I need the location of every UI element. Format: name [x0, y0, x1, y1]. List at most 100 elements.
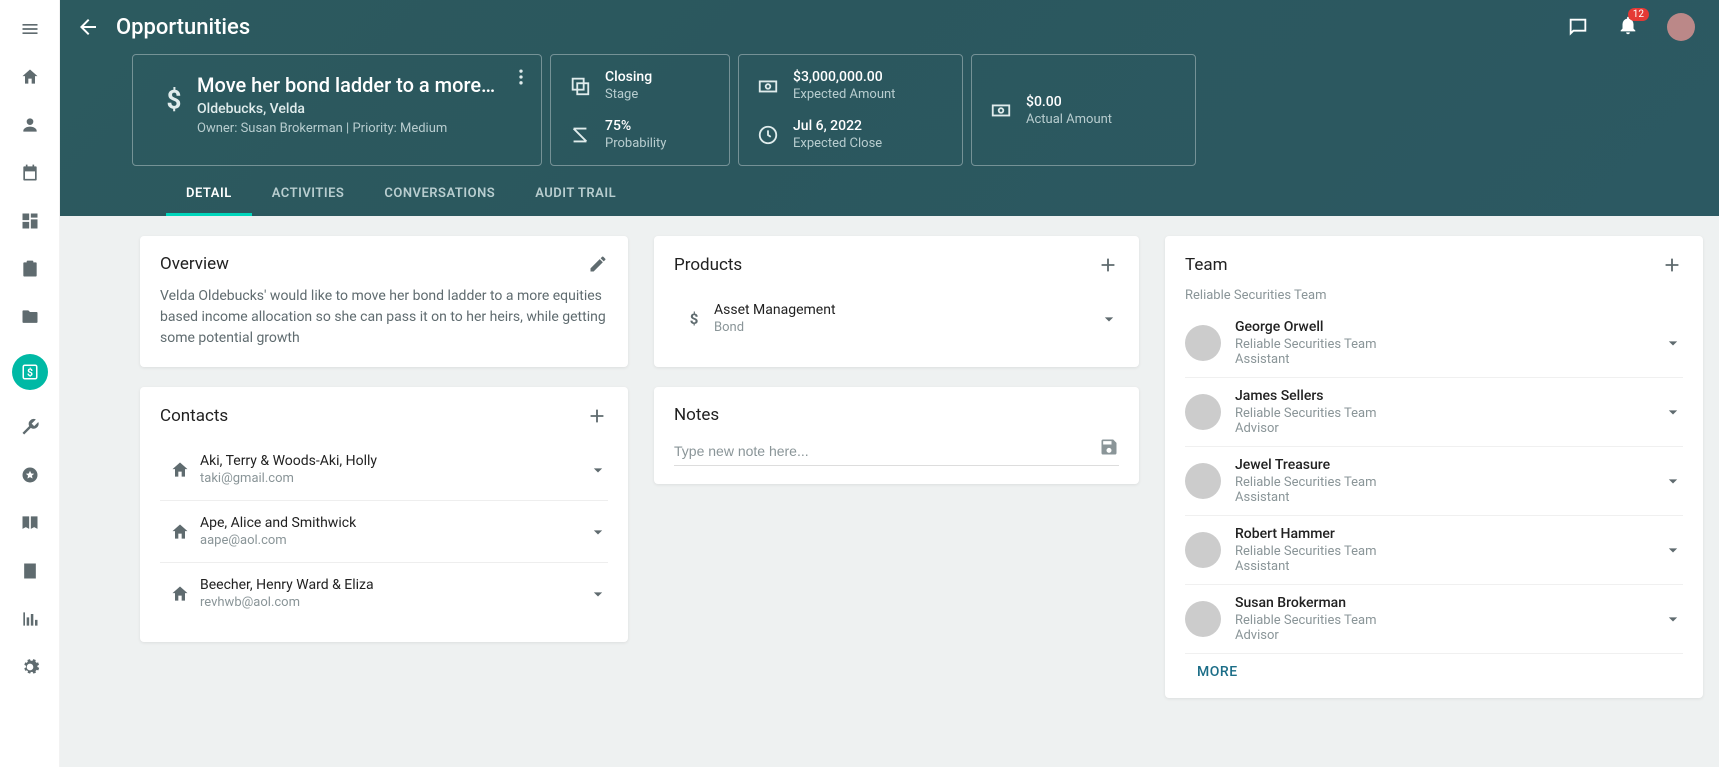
products-panel: Products $ Asset Management Bond [654, 236, 1139, 367]
probability-icon [569, 124, 591, 146]
stage-icon [569, 75, 591, 97]
team-member-org: Reliable Securities Team [1235, 337, 1663, 352]
team-title: Team [1185, 255, 1228, 275]
chat-icon[interactable] [1567, 16, 1589, 38]
tab-conversations[interactable]: CONVERSATIONS [364, 174, 515, 216]
notif-badge: 12 [1628, 8, 1649, 21]
chevron-down-icon[interactable] [1663, 609, 1683, 629]
team-member-role: Assistant [1235, 559, 1663, 574]
avatar [1185, 463, 1221, 499]
gear-icon[interactable] [19, 656, 41, 678]
team-member-name: James Sellers [1235, 388, 1663, 404]
opportunities-icon[interactable]: $ [12, 354, 48, 390]
content: Overview Velda Oldebucks' would like to … [60, 216, 1719, 767]
team-row[interactable]: Robert Hammer Reliable Securities Team A… [1185, 516, 1683, 585]
more-vert-icon[interactable] [511, 67, 531, 87]
team-member-name: Jewel Treasure [1235, 457, 1663, 473]
notes-panel: Notes [654, 387, 1139, 484]
svg-text:$: $ [690, 310, 699, 328]
document-icon[interactable] [19, 560, 41, 582]
tab-audit[interactable]: AUDIT TRAIL [515, 174, 636, 216]
calendar-icon[interactable] [19, 162, 41, 184]
products-title: Products [674, 255, 742, 275]
team-member-name: Robert Hammer [1235, 526, 1663, 542]
household-icon [170, 460, 190, 480]
team-row[interactable]: James Sellers Reliable Securities Team A… [1185, 378, 1683, 447]
chevron-down-icon[interactable] [1663, 540, 1683, 560]
chevron-down-icon[interactable] [1663, 471, 1683, 491]
add-team-icon[interactable] [1661, 254, 1683, 276]
product-name: Asset Management [714, 302, 1099, 318]
avatar[interactable] [1667, 13, 1695, 41]
add-contact-icon[interactable] [586, 405, 608, 427]
team-member-name: George Orwell [1235, 319, 1663, 335]
contacts-title: Contacts [160, 406, 228, 426]
chevron-down-icon[interactable] [588, 460, 608, 480]
dollar-icon: $ [684, 309, 704, 329]
chevron-down-icon[interactable] [1663, 402, 1683, 422]
money-icon [990, 99, 1012, 121]
overview-body: Velda Oldebucks' would like to move her … [160, 286, 608, 349]
save-note-icon[interactable] [1099, 437, 1119, 457]
product-type: Bond [714, 320, 1099, 335]
book-icon[interactable] [19, 512, 41, 534]
svg-text:$: $ [26, 366, 32, 379]
chevron-down-icon[interactable] [588, 584, 608, 604]
person-icon[interactable] [19, 114, 41, 136]
main: Opportunities 12 $ Move her bond ladder … [60, 0, 1719, 767]
page-title: Opportunities [116, 15, 250, 40]
tabs: DETAIL ACTIVITIES CONVERSATIONS AUDIT TR… [60, 174, 1719, 216]
record-title: Move her bond ladder to a more… [197, 73, 523, 97]
team-row[interactable]: George Orwell Reliable Securities Team A… [1185, 309, 1683, 378]
team-panel: Team Reliable Securities Team George Orw… [1165, 236, 1703, 698]
team-member-org: Reliable Securities Team [1235, 475, 1663, 490]
avatar [1185, 601, 1221, 637]
star-icon[interactable] [19, 464, 41, 486]
household-icon [170, 522, 190, 542]
chart-icon[interactable] [19, 608, 41, 630]
team-member-role: Advisor [1235, 421, 1663, 436]
tab-detail[interactable]: DETAIL [166, 174, 252, 216]
contacts-panel: Contacts Aki, Terry & Woods-Aki, Holly ta… [140, 387, 628, 642]
actual-card: $0.00Actual Amount [971, 54, 1196, 166]
stage-prob-card: ClosingStage 75%Probability [550, 54, 730, 166]
overview-title: Overview [160, 254, 229, 274]
team-member-name: Susan Brokerman [1235, 595, 1663, 611]
sidebar: $ [0, 0, 60, 767]
team-member-org: Reliable Securities Team [1235, 406, 1663, 421]
contact-email: taki@gmail.com [200, 471, 588, 486]
clock-icon [757, 124, 779, 146]
dashboard-icon[interactable] [19, 210, 41, 232]
home-icon[interactable] [19, 66, 41, 88]
clipboard-icon[interactable] [19, 258, 41, 280]
team-member-org: Reliable Securities Team [1235, 613, 1663, 628]
team-subtitle: Reliable Securities Team [1185, 288, 1683, 303]
edit-icon[interactable] [588, 254, 608, 274]
folder-icon[interactable] [19, 306, 41, 328]
team-member-org: Reliable Securities Team [1235, 544, 1663, 559]
team-more-button[interactable]: MORE [1185, 664, 1683, 680]
team-member-role: Assistant [1235, 352, 1663, 367]
money-icon [757, 75, 779, 97]
add-product-icon[interactable] [1097, 254, 1119, 276]
team-row[interactable]: Jewel Treasure Reliable Securities Team … [1185, 447, 1683, 516]
contact-name: Aki, Terry & Woods-Aki, Holly [200, 453, 588, 469]
tab-activities[interactable]: ACTIVITIES [252, 174, 365, 216]
avatar [1185, 532, 1221, 568]
contact-row[interactable]: Beecher, Henry Ward & Elizarevhwb@aol.co… [160, 562, 608, 624]
back-icon[interactable] [76, 15, 100, 39]
header: Opportunities 12 $ Move her bond ladder … [60, 0, 1719, 216]
chevron-down-icon[interactable] [1663, 333, 1683, 353]
product-row[interactable]: $ Asset Management Bond [674, 288, 1119, 349]
expected-card: $3,000,000.00Expected Amount Jul 6, 2022… [738, 54, 963, 166]
chevron-down-icon[interactable] [1099, 309, 1119, 329]
dollar-icon: $ [161, 87, 187, 113]
contact-row[interactable]: Ape, Alice and Smithwickaape@aol.com [160, 500, 608, 562]
wrench-icon[interactable] [19, 416, 41, 438]
contact-row[interactable]: Aki, Terry & Woods-Aki, Holly taki@gmail.… [160, 439, 608, 500]
team-row[interactable]: Susan Brokerman Reliable Securities Team… [1185, 585, 1683, 654]
chevron-down-icon[interactable] [588, 522, 608, 542]
note-input[interactable] [674, 437, 1119, 466]
menu-icon[interactable] [19, 18, 41, 40]
notifications[interactable]: 12 [1617, 14, 1639, 40]
